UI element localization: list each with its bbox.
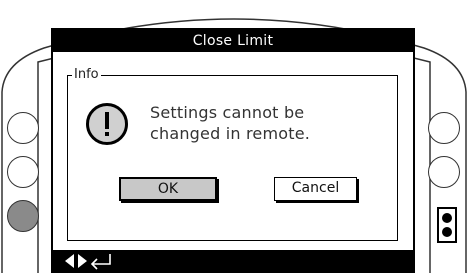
right-button-middle[interactable]: [428, 156, 460, 188]
cancel-button[interactable]: Cancel: [274, 177, 357, 201]
dialog-message: Settings cannot be changed in remote.: [150, 102, 390, 144]
info-dialog: Info Settings cannot be changed in remot…: [67, 67, 398, 241]
info-group-label: Info: [72, 67, 101, 83]
exclamation-icon: [86, 103, 128, 145]
display-screen: Close Limit Info Settings cannot be chan…: [53, 30, 413, 273]
left-button-top[interactable]: [7, 112, 39, 144]
dialog-message-line-1: Settings cannot be: [150, 103, 305, 122]
title-bar: Close Limit: [53, 30, 413, 52]
right-button-top[interactable]: [428, 112, 460, 144]
left-button-middle[interactable]: [7, 156, 39, 188]
bottom-bar: [53, 250, 413, 273]
scroll-dot-bottom: [442, 227, 452, 237]
page-title: Close Limit: [192, 33, 274, 49]
enter-icon: [90, 254, 111, 270]
dialog-message-line-2: changed in remote.: [150, 124, 311, 143]
ok-button[interactable]: OK: [119, 177, 217, 201]
scroll-indicator: [437, 207, 457, 243]
scroll-dot-top: [442, 213, 452, 223]
left-button-bottom[interactable]: [7, 200, 39, 232]
left-right-arrows-icon: [65, 254, 87, 268]
